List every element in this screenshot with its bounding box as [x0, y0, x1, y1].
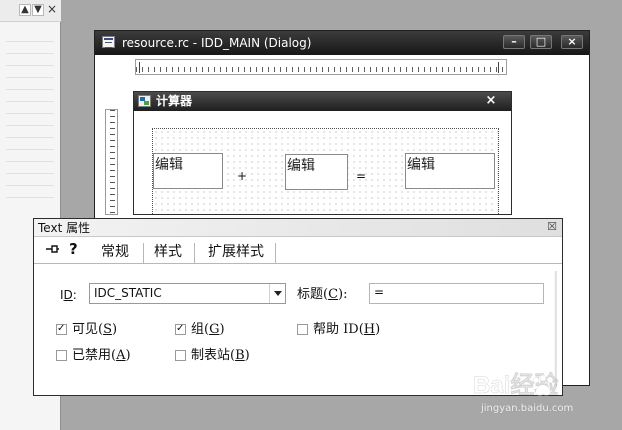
caption-label-mnemonic: C — [328, 287, 339, 302]
chevron-down-icon — [274, 291, 282, 296]
edit-control-left[interactable]: 编辑 — [153, 153, 223, 189]
pin-icon[interactable] — [45, 242, 60, 255]
resource-window-icon — [102, 36, 115, 48]
left-pane-close-button[interactable]: × — [46, 3, 58, 15]
tab-extended-styles[interactable]: 扩展样式 — [208, 243, 276, 264]
calculator-close-icon[interactable]: × — [482, 92, 500, 110]
tab-stop-checkbox-mnemonic: B — [235, 348, 245, 363]
group-checkbox[interactable] — [175, 324, 186, 335]
edit-control-right[interactable]: 编辑 — [405, 153, 495, 189]
tab-stop-checkbox-label: 制表站(B) — [191, 348, 250, 364]
help-id-checkbox-label-suffix: ) — [375, 322, 381, 337]
group-checkbox-label: 组(G) — [191, 322, 225, 338]
tab-stop-checkbox[interactable] — [175, 350, 186, 361]
id-label-suffix: : — [72, 288, 77, 302]
close-button[interactable]: × — [561, 35, 583, 49]
disabled-checkbox-label-suffix: ) — [125, 348, 131, 363]
tab-general[interactable]: 常规 — [101, 243, 144, 264]
scroll-down-button[interactable]: ▼ — [32, 4, 44, 16]
tab-styles[interactable]: 样式 — [154, 243, 195, 264]
visible-checkbox-label-prefix: 可见( — [72, 322, 104, 337]
tab-stop-checkbox-label-prefix: 制表站( — [191, 348, 236, 363]
group-checkbox-label-suffix: ) — [219, 322, 225, 337]
caption-input[interactable]: = — [369, 283, 544, 304]
minimize-button[interactable]: – — [503, 35, 525, 49]
left-pane-toolbar: ▲ ▼ × — [0, 0, 61, 22]
plus-static-text[interactable]: + — [237, 169, 247, 183]
baidu-jingyan-watermark-logo: Bai经验 — [473, 371, 559, 399]
screenshot-stage: ▲ ▼ × resource.rc - IDD_MAIN (Dialog) – … — [0, 0, 622, 430]
resource-window-title: resource.rc - IDD_MAIN (Dialog) — [122, 36, 312, 50]
vertical-ruler — [105, 109, 118, 215]
help-icon[interactable]: ? — [69, 240, 78, 258]
left-pane-content — [6, 30, 54, 200]
help-id-checkbox[interactable] — [297, 324, 308, 335]
calculator-title: 计算器 — [156, 94, 193, 108]
calculator-icon — [138, 95, 151, 107]
resource-window-titlebar: resource.rc - IDD_MAIN (Dialog) – □ × — [95, 31, 589, 55]
caption-label-suffix: ): — [338, 287, 348, 302]
id-combobox-dropdown-button[interactable] — [269, 284, 285, 303]
properties-close-icon[interactable]: ☒ — [546, 220, 558, 234]
visible-checkbox-label-suffix: ) — [111, 322, 118, 337]
id-label-mnemonic: D — [63, 288, 73, 302]
scroll-up-button[interactable]: ▲ — [19, 4, 31, 16]
maximize-button[interactable]: □ — [530, 35, 552, 49]
id-label: ID: — [60, 287, 77, 303]
visible-checkbox[interactable] — [56, 324, 67, 335]
help-id-checkbox-label-prefix: 帮助 ID( — [313, 322, 364, 337]
equals-static-text[interactable]: = — [356, 169, 366, 183]
disabled-checkbox-label: 已禁用(A) — [72, 348, 131, 364]
help-id-checkbox-mnemonic: H — [363, 322, 376, 337]
caption-label: 标题(C): — [297, 287, 347, 303]
calculator-titlebar: 计算器 × — [134, 92, 511, 111]
properties-title: Text 属性 — [38, 221, 91, 235]
calculator-dialog-preview[interactable]: 计算器 × 编辑 + 编辑 = 编辑 — [133, 91, 512, 215]
caption-label-prefix: 标题( — [297, 287, 329, 302]
edit-control-middle[interactable]: 编辑 — [285, 154, 348, 190]
id-combobox[interactable]: IDC_STATIC — [89, 283, 286, 304]
visible-checkbox-label: 可见(S) — [72, 322, 117, 338]
disabled-checkbox-label-prefix: 已禁用( — [72, 348, 117, 363]
watermark-url: jingyan.baidu.com — [481, 403, 574, 414]
text-properties-window: Text 属性 ☒ ? 常规 样式 扩展样式 ID: IDC_STATIC 标题… — [33, 218, 563, 396]
disabled-checkbox[interactable] — [56, 350, 67, 361]
tab-stop-checkbox-label-suffix: ) — [244, 348, 250, 363]
group-checkbox-label-prefix: 组( — [191, 322, 210, 337]
properties-scrollbar[interactable] — [554, 271, 557, 387]
id-combobox-value: IDC_STATIC — [94, 286, 162, 300]
group-checkbox-mnemonic: G — [209, 322, 220, 337]
help-id-checkbox-label: 帮助 ID(H) — [313, 322, 380, 338]
horizontal-ruler — [135, 59, 507, 75]
visible-checkbox-mnemonic: S — [103, 322, 112, 337]
properties-toolbar: ? 常规 样式 扩展样式 — [34, 237, 562, 264]
dialog-design-surface[interactable]: 编辑 + 编辑 = 编辑 — [152, 128, 499, 214]
properties-titlebar: Text 属性 ☒ — [34, 219, 562, 237]
